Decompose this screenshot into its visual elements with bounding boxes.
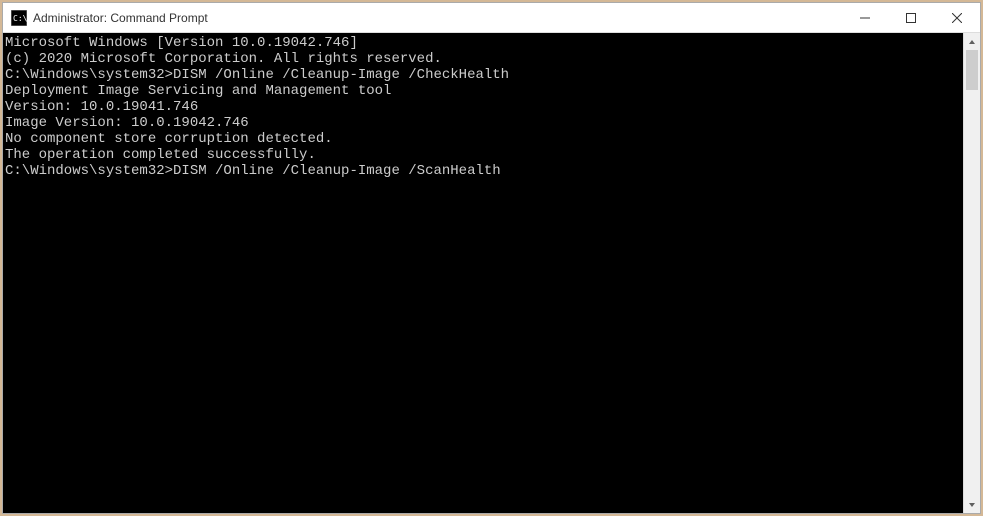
scroll-down-arrow[interactable]: [964, 496, 980, 513]
vertical-scrollbar[interactable]: [963, 33, 980, 513]
scroll-up-arrow[interactable]: [964, 33, 980, 50]
terminal-line: C:\Windows\system32>DISM /Online /Cleanu…: [5, 163, 963, 179]
cmd-icon: C:\: [11, 10, 27, 26]
minimize-button[interactable]: [842, 3, 888, 32]
terminal-line: C:\Windows\system32>DISM /Online /Cleanu…: [5, 67, 963, 83]
scroll-track[interactable]: [964, 50, 980, 496]
terminal-line: Microsoft Windows [Version 10.0.19042.74…: [5, 35, 963, 51]
terminal-output[interactable]: Microsoft Windows [Version 10.0.19042.74…: [3, 33, 963, 513]
content-area: Microsoft Windows [Version 10.0.19042.74…: [3, 33, 980, 513]
terminal-line: Version: 10.0.19041.746: [5, 99, 963, 115]
window: C:\ Administrator: Command Prompt Micros…: [2, 2, 981, 514]
scroll-thumb[interactable]: [966, 50, 978, 90]
terminal-line: No component store corruption detected.: [5, 131, 963, 147]
window-title: Administrator: Command Prompt: [33, 11, 842, 25]
terminal-line: (c) 2020 Microsoft Corporation. All righ…: [5, 51, 963, 67]
close-button[interactable]: [934, 3, 980, 32]
terminal-line: The operation completed successfully.: [5, 147, 963, 163]
svg-text:C:\: C:\: [13, 14, 27, 23]
window-controls: [842, 3, 980, 32]
terminal-line: Image Version: 10.0.19042.746: [5, 115, 963, 131]
maximize-button[interactable]: [888, 3, 934, 32]
titlebar[interactable]: C:\ Administrator: Command Prompt: [3, 3, 980, 33]
terminal-line: Deployment Image Servicing and Managemen…: [5, 83, 963, 99]
